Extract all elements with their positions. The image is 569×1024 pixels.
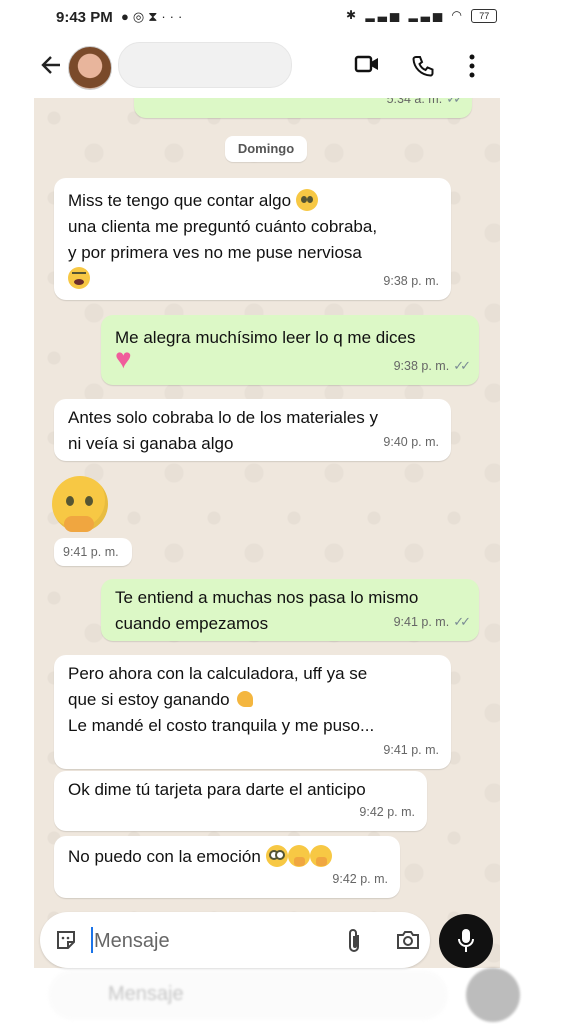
message-time: 9:41 p. m. xyxy=(393,615,450,629)
message-line: No puedo con la emoción xyxy=(68,847,261,866)
crying-face-emoji-icon xyxy=(68,267,90,289)
microphone-button[interactable] xyxy=(439,914,493,968)
message-line: Antes solo cobraba lo de los materiales … xyxy=(68,408,378,427)
double-check-icon: ✓✓ xyxy=(453,614,471,629)
microphone-icon xyxy=(457,928,475,959)
message-line: Te entiend a muchas nos pasa lo mismo xyxy=(115,588,419,607)
flexed-biceps-emoji-icon xyxy=(234,688,256,710)
message-line: ni veía si ganaba algo xyxy=(68,434,234,453)
message-line: Pero ahora con la calculadora, uff ya se xyxy=(68,664,368,683)
message-time: 9:41 p. m. xyxy=(383,743,439,757)
message-composer[interactable] xyxy=(40,912,430,968)
ghost-composer-artifact: Mensaje xyxy=(48,968,528,1024)
pleading-face-emoji-icon xyxy=(295,189,318,211)
message-time: 9:42 p. m. xyxy=(332,872,388,886)
message-time: 9:40 p. m. xyxy=(383,435,439,449)
wifi-icon: ◠ xyxy=(451,8,465,22)
notification-icons: ●◎⧗··· xyxy=(121,9,186,25)
more-vert-icon[interactable] xyxy=(468,54,476,83)
message-bubble-in[interactable]: No puedo con la emoción 9:42 p. m. xyxy=(54,836,400,898)
paperclip-icon[interactable] xyxy=(345,927,363,960)
bluetooth-icon: ✱ xyxy=(346,8,360,22)
day-label: Domingo xyxy=(225,136,307,162)
message-time: 9:42 p. m. xyxy=(359,805,415,819)
message-bubble-previous[interactable]: 5:34 a. m. ✓✓ xyxy=(134,98,472,118)
message-line: una clienta me preguntó cuánto cobraba, xyxy=(68,217,378,236)
message-time: 9:38 p. m. xyxy=(383,274,439,288)
face-with-hand-emoji-icon xyxy=(287,845,310,867)
message-bubble-in[interactable]: Pero ahora con la calculadora, uff ya se… xyxy=(54,655,451,769)
signal-icon: ▂▃▅ xyxy=(365,8,403,22)
flushed-face-emoji-icon xyxy=(265,845,288,867)
message-input[interactable] xyxy=(92,928,316,954)
message-line: Me alegra muchísimo leer lo q me dices xyxy=(115,328,416,347)
message-line: Le mandé el costo tranquila y me puso... xyxy=(68,716,375,735)
phone-icon[interactable] xyxy=(411,54,435,83)
double-check-icon: ✓✓ xyxy=(453,358,471,373)
video-call-icon[interactable] xyxy=(354,54,380,79)
message-line: que si estoy ganando xyxy=(68,690,230,709)
signal-icon-2: ▂▃▅ xyxy=(408,8,446,22)
message-bubble-out[interactable]: Me alegra muchísimo leer lo q me dices 9… xyxy=(101,315,479,385)
double-check-icon: ✓✓ xyxy=(446,98,464,106)
message-bubble-out[interactable]: Te entiend a muchas nos pasa lo mismo cu… xyxy=(101,579,479,641)
more-notifications-icon: ··· xyxy=(161,9,187,24)
message-line: Miss te tengo que contar algo xyxy=(68,191,292,210)
whatsapp-icon: ◎ xyxy=(132,9,149,24)
hand-over-mouth-emoji-icon[interactable] xyxy=(52,476,108,532)
ghost-placeholder: Mensaje xyxy=(108,983,184,1005)
message-time: 9:41 p. m. xyxy=(63,545,119,559)
message-bubble-in[interactable]: Miss te tengo que contar algo una client… xyxy=(54,178,451,300)
camera-icon[interactable] xyxy=(395,929,421,956)
sticker-icon[interactable] xyxy=(54,928,78,957)
chat-notification-icon: ● xyxy=(121,9,133,24)
message-time: 9:38 p. m. xyxy=(393,359,450,373)
battery-icon: 77 xyxy=(471,8,498,23)
message-line: y por primera ves no me puse nerviosa xyxy=(68,243,362,262)
face-with-hand-emoji-icon xyxy=(309,845,332,867)
status-time: 9:43 PM xyxy=(56,9,113,26)
chat-header xyxy=(0,36,569,98)
status-bar: 9:43 PM ●◎⧗··· ✱ ▂▃▅ ▂▃▅ ◠ 77 xyxy=(0,0,569,36)
message-time: 5:34 a. m. xyxy=(386,98,443,106)
message-bubble-in[interactable]: Ok dime tú tarjeta para darte el anticip… xyxy=(54,771,427,831)
message-time-chip: 9:41 p. m. xyxy=(54,538,132,566)
avatar[interactable] xyxy=(68,46,112,90)
arrow-left-icon[interactable] xyxy=(40,52,62,83)
message-bubble-in[interactable]: Antes solo cobraba lo de los materiales … xyxy=(54,399,451,461)
chat-area[interactable]: 5:34 a. m. ✓✓ Domingo Miss te tengo que c… xyxy=(34,98,500,968)
sparkling-heart-emoji-icon xyxy=(115,346,137,374)
system-icons: ✱ ▂▃▅ ▂▃▅ ◠ 77 xyxy=(346,8,498,23)
hourglass-icon: ⧗ xyxy=(148,9,162,24)
contact-name-redacted[interactable] xyxy=(118,42,292,88)
